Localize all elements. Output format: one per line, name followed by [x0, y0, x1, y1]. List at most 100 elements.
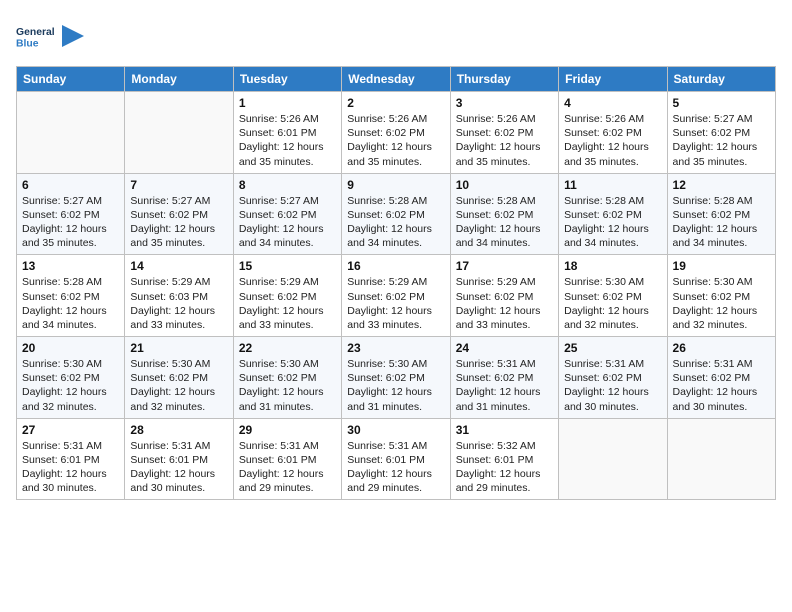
day-info: Sunrise: 5:29 AM Sunset: 6:02 PM Dayligh… [347, 275, 444, 332]
day-number: 17 [456, 259, 553, 273]
calendar-header-row: SundayMondayTuesdayWednesdayThursdayFrid… [17, 67, 776, 92]
day-number: 25 [564, 341, 661, 355]
calendar-week-3: 13 Sunrise: 5:28 AM Sunset: 6:02 PM Dayli… [17, 255, 776, 337]
day-number: 10 [456, 178, 553, 192]
calendar-cell: 13 Sunrise: 5:28 AM Sunset: 6:02 PM Dayli… [17, 255, 125, 337]
calendar-week-1: 1 Sunrise: 5:26 AM Sunset: 6:01 PM Daylig… [17, 92, 776, 174]
header-saturday: Saturday [667, 67, 775, 92]
calendar-cell: 10 Sunrise: 5:28 AM Sunset: 6:02 PM Dayli… [450, 173, 558, 255]
day-number: 22 [239, 341, 336, 355]
day-info: Sunrise: 5:29 AM Sunset: 6:02 PM Dayligh… [239, 275, 336, 332]
calendar-cell: 23Sunrise: 5:30 AM Sunset: 6:02 PM Dayli… [342, 337, 450, 419]
day-info: Sunrise: 5:27 AM Sunset: 6:02 PM Dayligh… [22, 194, 119, 251]
page-header: General Blue [16, 16, 776, 56]
day-info: Sunrise: 5:31 AM Sunset: 6:02 PM Dayligh… [456, 357, 553, 414]
day-info: Sunrise: 5:27 AM Sunset: 6:02 PM Dayligh… [130, 194, 227, 251]
day-info: Sunrise: 5:29 AM Sunset: 6:02 PM Dayligh… [456, 275, 553, 332]
day-info: Sunrise: 5:31 AM Sunset: 6:01 PM Dayligh… [239, 439, 336, 496]
day-info: Sunrise: 5:27 AM Sunset: 6:02 PM Dayligh… [673, 112, 770, 169]
calendar-cell: 15 Sunrise: 5:29 AM Sunset: 6:02 PM Dayli… [233, 255, 341, 337]
header-wednesday: Wednesday [342, 67, 450, 92]
logo: General Blue [16, 16, 84, 56]
calendar-cell: 9Sunrise: 5:28 AM Sunset: 6:02 PM Daylig… [342, 173, 450, 255]
day-number: 4 [564, 96, 661, 110]
calendar-cell: 19Sunrise: 5:30 AM Sunset: 6:02 PM Dayli… [667, 255, 775, 337]
day-number: 18 [564, 259, 661, 273]
calendar-cell: 11Sunrise: 5:28 AM Sunset: 6:02 PM Dayli… [559, 173, 667, 255]
svg-text:Blue: Blue [16, 38, 39, 49]
day-number: 21 [130, 341, 227, 355]
day-number: 15 [239, 259, 336, 273]
day-number: 6 [22, 178, 119, 192]
calendar-cell: 31Sunrise: 5:32 AM Sunset: 6:01 PM Dayli… [450, 418, 558, 500]
day-info: Sunrise: 5:26 AM Sunset: 6:02 PM Dayligh… [564, 112, 661, 169]
day-info: Sunrise: 5:28 AM Sunset: 6:02 PM Dayligh… [673, 194, 770, 251]
calendar-cell: 27 Sunrise: 5:31 AM Sunset: 6:01 PM Dayli… [17, 418, 125, 500]
calendar-cell: 28 Sunrise: 5:31 AM Sunset: 6:01 PM Dayli… [125, 418, 233, 500]
day-info: Sunrise: 5:29 AM Sunset: 6:03 PM Dayligh… [130, 275, 227, 332]
calendar-cell: 14Sunrise: 5:29 AM Sunset: 6:03 PM Dayli… [125, 255, 233, 337]
day-info: Sunrise: 5:30 AM Sunset: 6:02 PM Dayligh… [130, 357, 227, 414]
day-info: Sunrise: 5:31 AM Sunset: 6:02 PM Dayligh… [673, 357, 770, 414]
calendar-cell: 25 Sunrise: 5:31 AM Sunset: 6:02 PM Dayli… [559, 337, 667, 419]
header-thursday: Thursday [450, 67, 558, 92]
day-number: 16 [347, 259, 444, 273]
day-number: 8 [239, 178, 336, 192]
day-number: 11 [564, 178, 661, 192]
calendar-cell: 1 Sunrise: 5:26 AM Sunset: 6:01 PM Daylig… [233, 92, 341, 174]
calendar-cell: 26 Sunrise: 5:31 AM Sunset: 6:02 PM Dayli… [667, 337, 775, 419]
day-info: Sunrise: 5:26 AM Sunset: 6:02 PM Dayligh… [347, 112, 444, 169]
day-number: 12 [673, 178, 770, 192]
day-number: 29 [239, 423, 336, 437]
calendar-cell: 5 Sunrise: 5:27 AM Sunset: 6:02 PM Daylig… [667, 92, 775, 174]
calendar-cell: 6 Sunrise: 5:27 AM Sunset: 6:02 PM Daylig… [17, 173, 125, 255]
calendar-cell: 7 Sunrise: 5:27 AM Sunset: 6:02 PM Daylig… [125, 173, 233, 255]
logo-arrow-icon [62, 25, 84, 47]
calendar-week-2: 6 Sunrise: 5:27 AM Sunset: 6:02 PM Daylig… [17, 173, 776, 255]
svg-text:General: General [16, 27, 55, 38]
day-number: 26 [673, 341, 770, 355]
header-monday: Monday [125, 67, 233, 92]
day-info: Sunrise: 5:32 AM Sunset: 6:01 PM Dayligh… [456, 439, 553, 496]
calendar-cell: 17 Sunrise: 5:29 AM Sunset: 6:02 PM Dayli… [450, 255, 558, 337]
calendar-cell: 2 Sunrise: 5:26 AM Sunset: 6:02 PM Daylig… [342, 92, 450, 174]
calendar-week-5: 27 Sunrise: 5:31 AM Sunset: 6:01 PM Dayli… [17, 418, 776, 500]
day-info: Sunrise: 5:30 AM Sunset: 6:02 PM Dayligh… [22, 357, 119, 414]
day-info: Sunrise: 5:26 AM Sunset: 6:01 PM Dayligh… [239, 112, 336, 169]
day-number: 1 [239, 96, 336, 110]
day-info: Sunrise: 5:28 AM Sunset: 6:02 PM Dayligh… [456, 194, 553, 251]
day-number: 7 [130, 178, 227, 192]
calendar-cell [667, 418, 775, 500]
header-friday: Friday [559, 67, 667, 92]
day-info: Sunrise: 5:31 AM Sunset: 6:01 PM Dayligh… [22, 439, 119, 496]
calendar-cell: 18 Sunrise: 5:30 AM Sunset: 6:02 PM Dayli… [559, 255, 667, 337]
calendar-cell: 30Sunrise: 5:31 AM Sunset: 6:01 PM Dayli… [342, 418, 450, 500]
calendar-cell: 22 Sunrise: 5:30 AM Sunset: 6:02 PM Dayli… [233, 337, 341, 419]
day-number: 5 [673, 96, 770, 110]
day-info: Sunrise: 5:31 AM Sunset: 6:01 PM Dayligh… [130, 439, 227, 496]
day-number: 28 [130, 423, 227, 437]
calendar-cell: 24 Sunrise: 5:31 AM Sunset: 6:02 PM Dayli… [450, 337, 558, 419]
day-number: 24 [456, 341, 553, 355]
day-number: 2 [347, 96, 444, 110]
day-info: Sunrise: 5:30 AM Sunset: 6:02 PM Dayligh… [347, 357, 444, 414]
day-number: 19 [673, 259, 770, 273]
day-info: Sunrise: 5:28 AM Sunset: 6:02 PM Dayligh… [347, 194, 444, 251]
header-sunday: Sunday [17, 67, 125, 92]
day-number: 13 [22, 259, 119, 273]
day-info: Sunrise: 5:26 AM Sunset: 6:02 PM Dayligh… [456, 112, 553, 169]
header-tuesday: Tuesday [233, 67, 341, 92]
day-info: Sunrise: 5:28 AM Sunset: 6:02 PM Dayligh… [22, 275, 119, 332]
day-info: Sunrise: 5:30 AM Sunset: 6:02 PM Dayligh… [239, 357, 336, 414]
calendar-cell [17, 92, 125, 174]
day-info: Sunrise: 5:30 AM Sunset: 6:02 PM Dayligh… [564, 275, 661, 332]
calendar-cell: 20 Sunrise: 5:30 AM Sunset: 6:02 PM Dayli… [17, 337, 125, 419]
calendar-cell: 3 Sunrise: 5:26 AM Sunset: 6:02 PM Daylig… [450, 92, 558, 174]
day-number: 3 [456, 96, 553, 110]
calendar-cell: 12 Sunrise: 5:28 AM Sunset: 6:02 PM Dayli… [667, 173, 775, 255]
calendar-cell [559, 418, 667, 500]
day-number: 27 [22, 423, 119, 437]
calendar-cell: 8Sunrise: 5:27 AM Sunset: 6:02 PM Daylig… [233, 173, 341, 255]
day-number: 20 [22, 341, 119, 355]
day-info: Sunrise: 5:31 AM Sunset: 6:02 PM Dayligh… [564, 357, 661, 414]
